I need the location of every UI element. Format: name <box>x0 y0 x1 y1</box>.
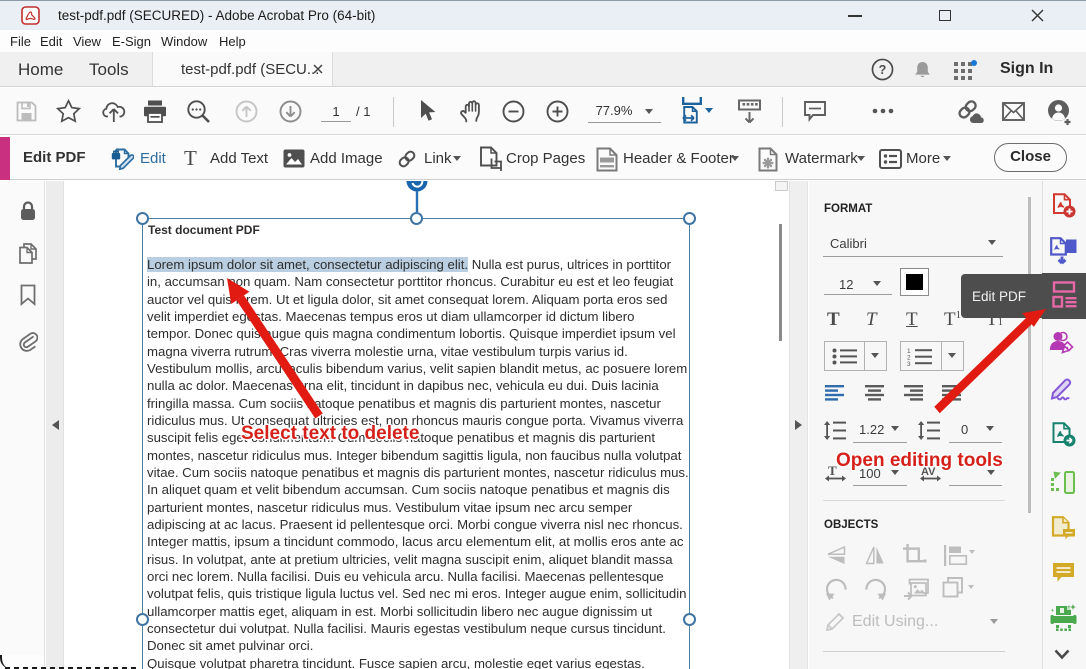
svg-text:?: ? <box>879 63 887 77</box>
svg-text:3: 3 <box>907 361 911 366</box>
